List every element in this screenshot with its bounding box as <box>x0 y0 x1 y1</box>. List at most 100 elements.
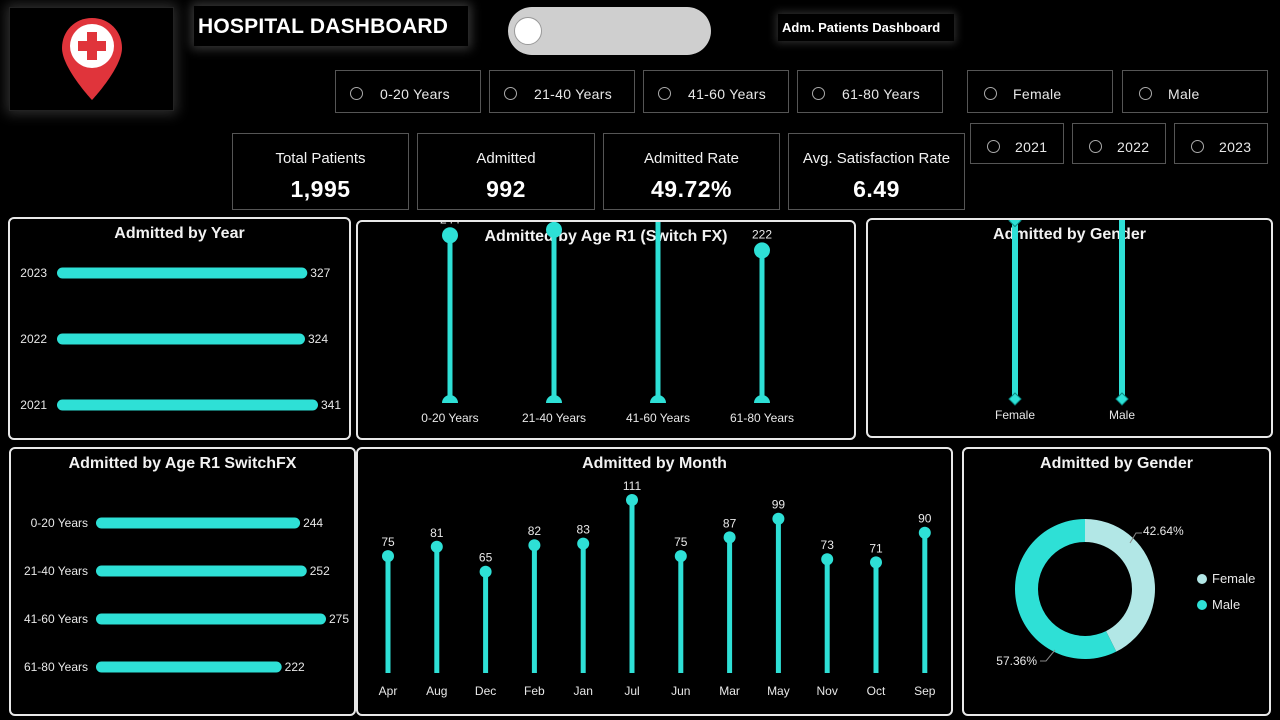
data-label: 71 <box>869 541 883 555</box>
lollipop-base <box>754 395 770 403</box>
tick-label: 2021 <box>20 398 47 412</box>
chart-admitted-by-gender-bar: 423Female569Male <box>995 220 1135 422</box>
tick-label: Oct <box>867 684 886 698</box>
lollipop-head <box>1008 220 1022 228</box>
slicer-label: 41-60 Years <box>688 86 767 102</box>
data-label: 99 <box>772 498 786 512</box>
legend-marker <box>1197 574 1207 584</box>
lollipop-head <box>674 550 687 563</box>
data-label: 244 <box>303 516 323 530</box>
lollipop-head <box>430 540 443 553</box>
lollipop-head <box>772 512 785 525</box>
legend-marker <box>1197 600 1207 610</box>
slicer-age-61-80[interactable]: 61-80 Years <box>797 70 943 113</box>
kpi-label: Avg. Satisfaction Rate <box>802 150 951 167</box>
slicer-gender-male[interactable]: Male <box>1122 70 1268 113</box>
radio-icon[interactable] <box>350 87 363 100</box>
slicer-age-21-40[interactable]: 21-40 Years <box>489 70 635 113</box>
slicer-label: 2021 <box>1015 139 1048 155</box>
lollipop-head <box>626 494 638 506</box>
data-label: 222 <box>285 660 305 674</box>
data-label: 57.36% <box>996 654 1037 668</box>
panel-admitted-by-month: Admitted by Month 75 Apr 81 Aug 65 Dec 82 Feb 83… <box>356 447 953 716</box>
panel-admitted-by-gender-donut: Admitted by Gender 42.64% 57.36% Female Mal… <box>962 447 1271 716</box>
data-label: 252 <box>310 564 330 578</box>
radio-icon[interactable] <box>987 140 1000 153</box>
tick-label: Feb <box>524 684 545 698</box>
kpi-admitted-rate: Admitted Rate 49.72% <box>603 133 780 210</box>
data-label: 75 <box>381 535 395 549</box>
data-label: 81 <box>430 526 444 540</box>
lollipop-head <box>918 526 931 539</box>
data-label: 90 <box>918 512 932 526</box>
lollipop-stick <box>629 500 635 673</box>
slicer-year-2023[interactable]: 2023 <box>1174 123 1268 164</box>
lollipop-stick <box>483 571 489 673</box>
kpi-value: 6.49 <box>853 176 900 202</box>
dashboard-title: HOSPITAL DASHBOARD <box>198 15 449 38</box>
lollipop-head <box>442 227 458 244</box>
slicer-label: 2022 <box>1117 139 1150 155</box>
lollipop-base <box>442 395 458 403</box>
data-label: 275 <box>329 612 349 626</box>
radio-icon[interactable] <box>1139 87 1152 100</box>
slicer-age-41-60[interactable]: 41-60 Years <box>643 70 789 113</box>
kpi-total-patients: Total Patients 1,995 <box>232 133 409 210</box>
bar <box>57 399 318 411</box>
tick-label: Male <box>1109 408 1135 422</box>
radio-icon[interactable] <box>1089 140 1102 153</box>
view-toggle[interactable] <box>508 7 711 55</box>
panel-admitted-by-age-lollipop: Admitted by Age R1 (Switch FX) 2440-20 Y… <box>356 220 856 440</box>
adm-patients-dashboard-button[interactable]: Adm. Patients Dashboard <box>778 14 954 41</box>
chart-admitted-by-year: 2023 327 2022 324 2021 341 <box>20 266 341 412</box>
radio-icon[interactable] <box>504 87 517 100</box>
tick-label: Jun <box>671 684 690 698</box>
tick-label: Female <box>995 408 1035 422</box>
kpi-label: Admitted <box>476 150 536 167</box>
panel-admitted-by-gender-bar: Admitted by Gender 423Female569Male <box>866 218 1273 438</box>
kpi-value: 1,995 <box>290 176 351 202</box>
tick-label: 0-20 Years <box>31 516 88 530</box>
tick-label: 2022 <box>20 332 47 346</box>
slicer-gender-female[interactable]: Female <box>967 70 1113 113</box>
data-label: 42.64% <box>1143 524 1184 538</box>
radio-icon[interactable] <box>984 87 997 100</box>
radio-icon[interactable] <box>1191 140 1204 153</box>
toggle-knob[interactable] <box>514 17 542 45</box>
lollipop-base <box>650 395 666 403</box>
data-label: 65 <box>479 551 493 565</box>
data-label: 73 <box>821 538 835 552</box>
lollipop-stick <box>551 229 557 403</box>
lollipop-stick <box>922 532 928 673</box>
chart-admitted-by-month: 75 Apr 81 Aug 65 Dec 82 Feb 83 Jan 111 Jul 75 Jun 87 Ma… <box>379 479 936 698</box>
lollipop-stick <box>1012 220 1018 399</box>
slicer-age-0-20[interactable]: 0-20 Years <box>335 70 481 113</box>
tick-label: Nov <box>817 684 838 698</box>
lollipop-head <box>479 565 492 578</box>
slicer-label: 21-40 Years <box>534 86 613 102</box>
leader-line <box>1040 649 1056 662</box>
lollipop-stick <box>1119 220 1125 399</box>
chart-admitted-by-age-bar: 0-20 Years 244 21-40 Years 252 41-60 Years 27… <box>24 516 349 674</box>
data-label: 75 <box>674 535 688 549</box>
slicer-year-2021[interactable]: 2021 <box>970 123 1064 164</box>
tick-label: Jul <box>624 684 639 698</box>
lollipop-stick <box>385 556 391 673</box>
data-label: 83 <box>577 523 591 537</box>
tick-label: 21-40 Years <box>522 411 586 425</box>
data-label: 82 <box>528 524 542 538</box>
bar <box>96 613 326 625</box>
lollipop-base <box>1115 392 1129 406</box>
lollipop-head <box>870 556 882 569</box>
tick-label: Apr <box>379 684 398 698</box>
lollipop-head <box>754 242 770 259</box>
slicer-label: 61-80 Years <box>842 86 921 102</box>
radio-icon[interactable] <box>812 87 825 100</box>
tick-label: 61-80 Years <box>730 411 794 425</box>
lollipop-stick <box>580 543 586 673</box>
lollipop-head <box>546 222 562 238</box>
tick-label: Sep <box>914 684 936 698</box>
hospital-pin-icon <box>62 18 122 100</box>
slicer-year-2022[interactable]: 2022 <box>1072 123 1166 164</box>
radio-icon[interactable] <box>658 87 671 100</box>
